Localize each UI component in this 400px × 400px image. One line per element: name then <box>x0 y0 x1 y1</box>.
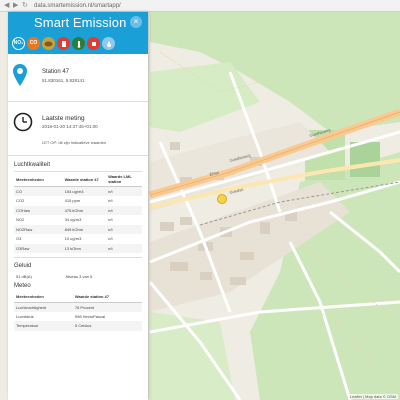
station-name: Station 47 <box>42 69 70 75</box>
map-attribution[interactable]: Leaflet | Map data © OSM <box>347 394 398 399</box>
air-quality-table: Meeteenheden Waarde station 47 Waarde LM… <box>14 172 142 253</box>
indicative-note: LET OP: dit zijn indicatieve waarden <box>42 140 107 145</box>
table-cell: Luchtdruk <box>16 313 34 319</box>
table-cell: n/t <box>108 198 113 204</box>
meteo-title: Meteo <box>14 283 31 289</box>
no2-layer-icon[interactable]: NO₂ <box>12 37 25 50</box>
meteo-table: Meeteenheden Waarde station 47 Luchtvoch… <box>14 292 142 331</box>
table-cell: n/t <box>106 224 142 234</box>
table-header: Waarde station 47 <box>62 172 107 187</box>
table-cell: O3 <box>16 236 22 242</box>
close-button[interactable]: × <box>130 16 142 28</box>
forward-arrow-icon[interactable]: ▶ <box>13 2 18 10</box>
table-row: NO2 34 ug/m3 n/t <box>14 215 142 225</box>
table-cell: 998 HectoPascal <box>74 313 106 319</box>
table-header-row: Meeteenheden Waarde station 47 Waarde LM… <box>14 172 142 187</box>
table-cell: n/t <box>106 186 142 196</box>
table-row: CO2 415 ppm n/t <box>14 196 142 206</box>
humidity-layer-icon[interactable] <box>87 37 100 50</box>
station-info: Station 47 51.830161, 5.828141 <box>8 54 148 102</box>
table-cell: n/t <box>108 217 113 223</box>
table-row: COHaw 475 kOhm n/t <box>14 205 142 215</box>
table-cell: 415 ppm <box>64 198 81 204</box>
panel-header: Smart Emission × NO₂ CO <box>8 12 148 54</box>
table-cell: NO2Raw <box>14 224 63 234</box>
temperature-layer-icon[interactable] <box>72 37 85 50</box>
clock-icon <box>13 112 33 132</box>
measurement-info: Laatste meting 2018-01-20 14:37:45+01:00… <box>8 102 148 156</box>
pressure-layer-icon[interactable] <box>102 37 115 50</box>
noise-title: Geluid <box>14 263 32 269</box>
table-cell: Luchtvochtigheid <box>14 302 73 312</box>
table-cell: CO2 <box>16 198 25 204</box>
table-cell: 34 ug/m3 <box>64 217 82 223</box>
browser-toolbar: ◀ ▶ ↻ data.smartemission.nl/smartapp/ <box>0 0 400 12</box>
side-panel: Smart Emission × NO₂ CO Station 47 51.83… <box>8 12 148 400</box>
table-row: O3Raw 13 kOhm n/t <box>14 243 142 253</box>
noise-layer-icon[interactable] <box>57 37 70 50</box>
table-cell: 5 Celsius <box>72 321 142 331</box>
map-pin-icon <box>13 64 27 86</box>
measurement-time: 2018-01-20 14:37:45+01:00 <box>42 124 98 129</box>
table-cell: n/t <box>106 243 142 253</box>
air-quality-title: Luchtkwaliteit <box>14 162 51 168</box>
table-cell: COHaw <box>14 205 63 215</box>
table-cell: 475 kOhm <box>62 205 107 215</box>
table-cell: 154 ug/m3 <box>62 186 107 196</box>
back-arrow-icon[interactable]: ◀ <box>4 2 9 10</box>
table-header-row: Meeteenheden Waarde station 47 <box>14 292 142 303</box>
table-header: Meeteenheden <box>14 292 73 303</box>
table-header: Waarde LML station <box>106 172 142 187</box>
table-header: Waarde station 47 <box>72 292 142 303</box>
noise-value: 51 dB(A) <box>16 273 32 279</box>
table-cell: 849 kOhm <box>62 224 107 234</box>
table-cell: n/t <box>106 205 142 215</box>
table-row: Luchtvochtigheid 76 Procent <box>14 302 142 312</box>
station-coordinates: 51.830161, 5.828141 <box>42 78 85 83</box>
table-header: Meeteenheden <box>14 172 63 187</box>
table-row: O3 10 ug/m3 n/t <box>14 234 142 244</box>
table-cell: n/t <box>108 236 113 242</box>
table-row: CO 154 ug/m3 n/t <box>14 186 142 196</box>
table-row: Temperatuur 5 Celsius <box>14 321 142 331</box>
layer-selector: NO₂ CO <box>12 37 115 50</box>
noise-level: Niveau 3 van 5 <box>65 273 93 279</box>
table-cell: CO <box>14 186 63 196</box>
table-cell: 10 ug/m3 <box>64 236 82 242</box>
table-row: Luchtdruk 998 HectoPascal <box>14 312 142 322</box>
o3-layer-icon[interactable] <box>42 37 55 50</box>
noise-values: 51 dB(A) Niveau 3 van 5 <box>8 272 148 280</box>
co-layer-icon[interactable]: CO <box>27 37 40 50</box>
table-cell: NO2 <box>16 217 25 223</box>
table-cell: Temperatuur <box>14 321 73 331</box>
app-title: Smart Emission <box>34 15 127 30</box>
table-cell: O3Raw <box>14 243 63 253</box>
station-marker <box>217 194 227 204</box>
reload-icon[interactable]: ↻ <box>22 2 28 10</box>
table-cell: 13 kOhm <box>62 243 107 253</box>
table-row: NO2Raw 849 kOhm n/t <box>14 224 142 234</box>
measurement-title: Laatste meting <box>42 115 85 122</box>
table-cell: 76 Procent <box>72 302 142 312</box>
address-bar[interactable]: data.smartemission.nl/smartapp/ <box>34 2 121 10</box>
